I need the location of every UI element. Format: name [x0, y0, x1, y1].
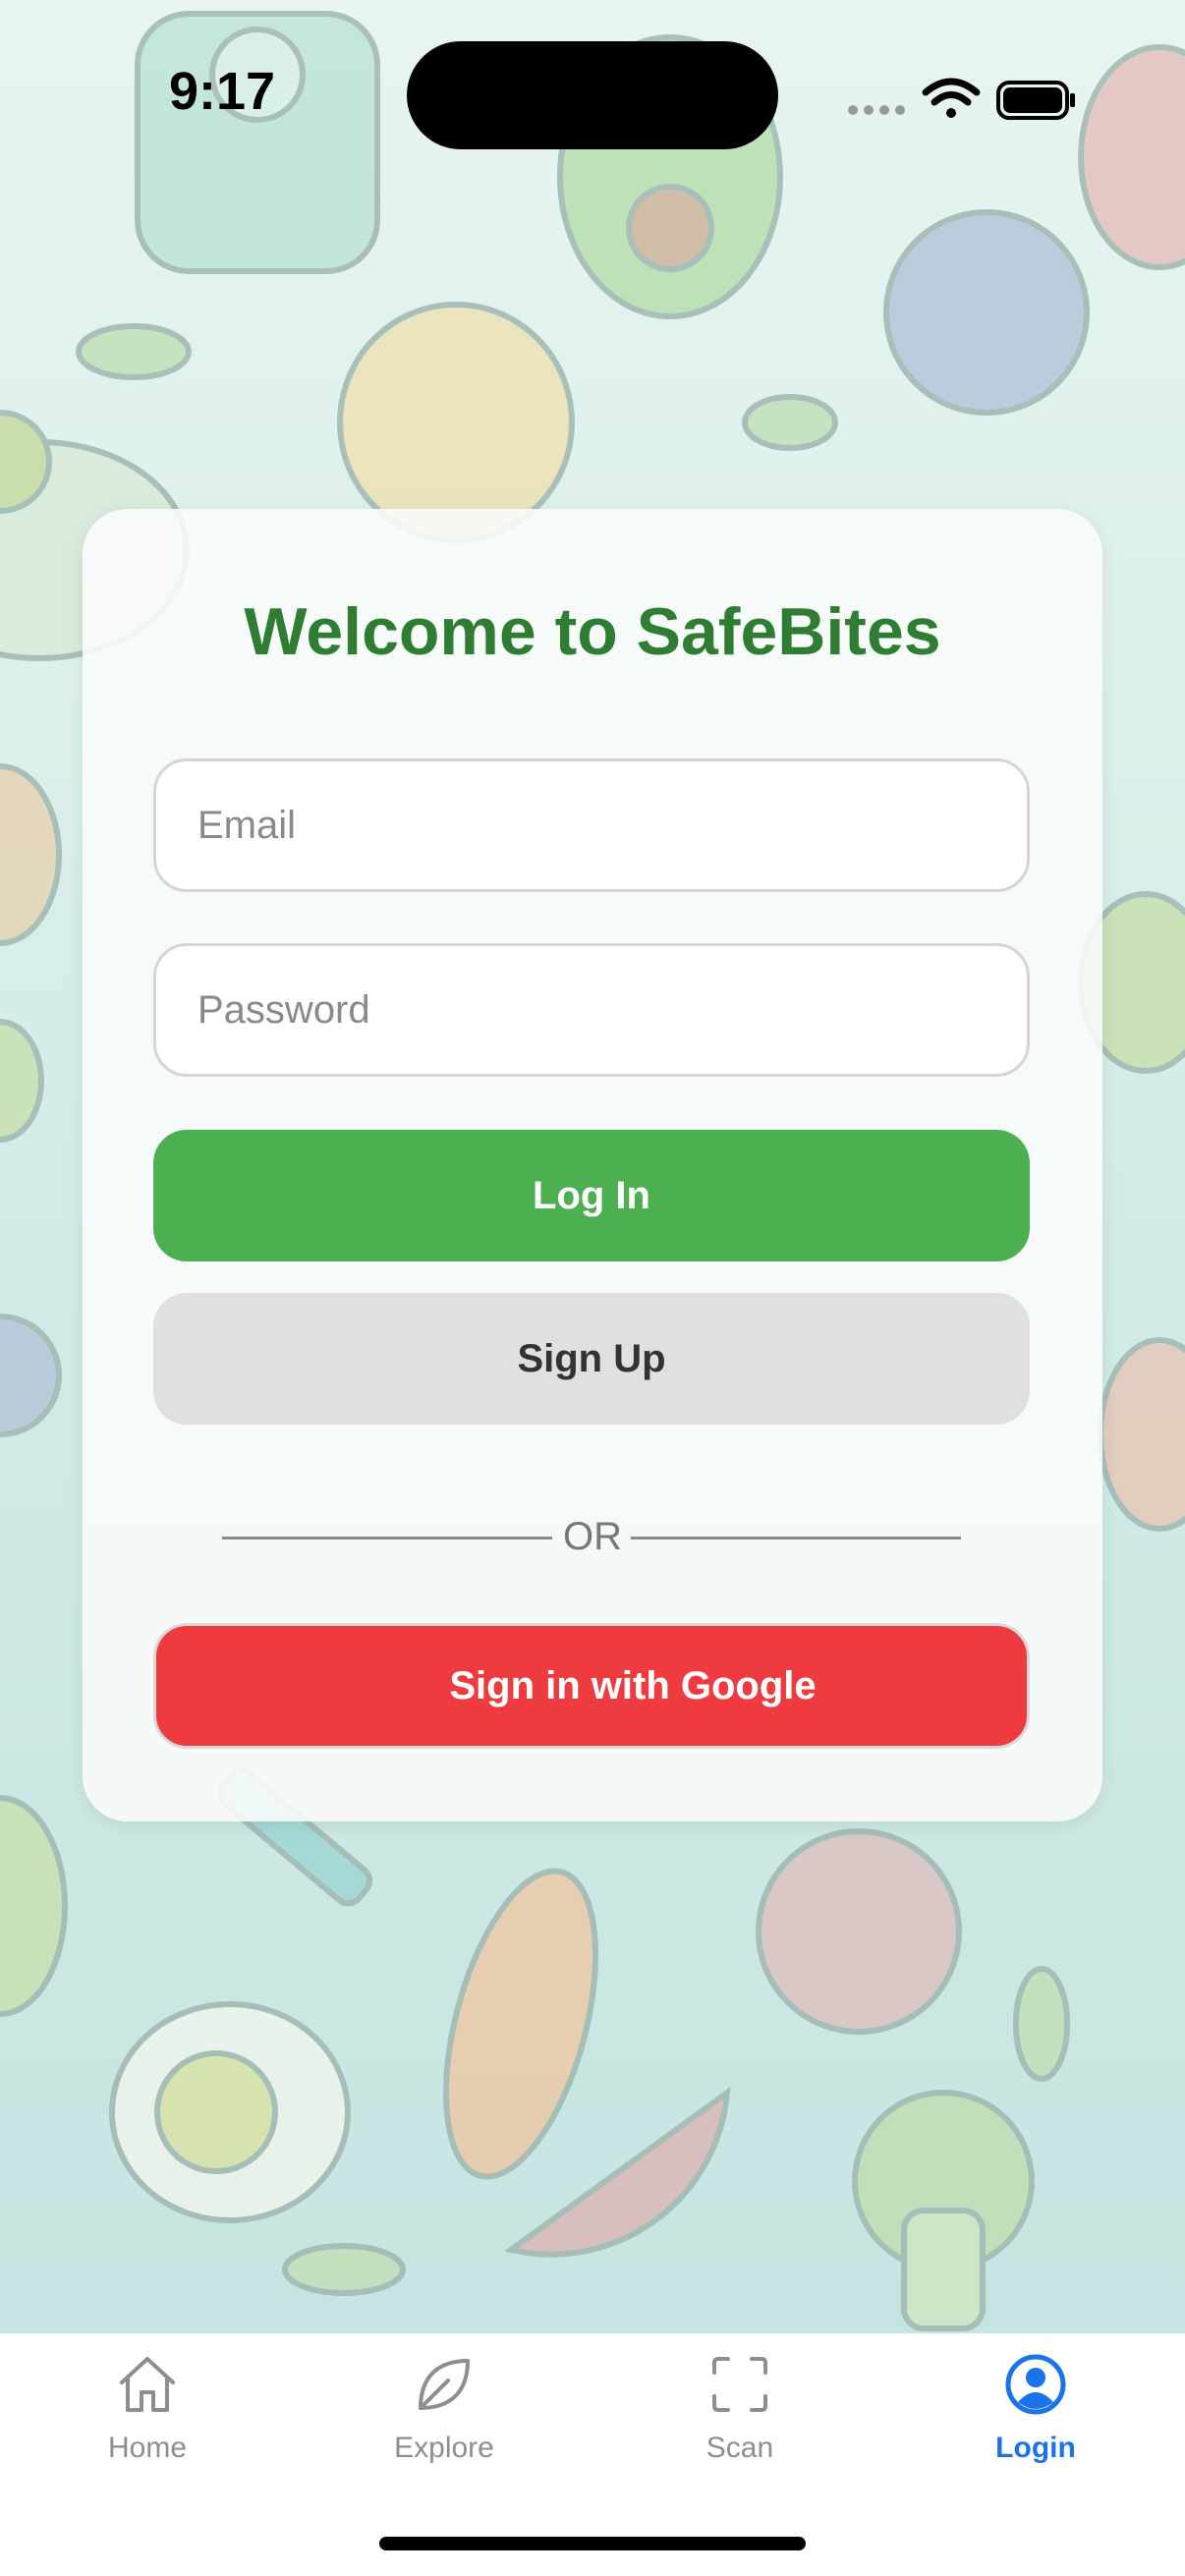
- home-indicator: [379, 2537, 806, 2550]
- status-time: 9:17: [169, 62, 276, 121]
- login-card: Welcome to SafeBites Log In Sign Up OR S…: [83, 509, 1102, 1821]
- battery-icon: [996, 81, 1075, 120]
- cellular-signal-icon: [848, 105, 905, 115]
- tab-scan[interactable]: Scan: [592, 2333, 887, 2491]
- house-icon: [120, 2357, 175, 2412]
- dynamic-island: [407, 41, 778, 149]
- google-signin-label: Sign in with Google: [449, 1663, 817, 1708]
- tab-login-label: Login: [995, 2432, 1076, 2464]
- tab-scan-label: Scan: [705, 2432, 774, 2464]
- email-field[interactable]: [153, 758, 1030, 892]
- page-title: Welcome to SafeBites: [244, 594, 941, 669]
- login-button[interactable]: Log In: [153, 1130, 1030, 1261]
- person-circle-icon: [1005, 2354, 1066, 2415]
- tab-home-label: Home: [107, 2432, 188, 2464]
- tab-login[interactable]: Login: [888, 2333, 1183, 2491]
- tab-explore[interactable]: Explore: [297, 2333, 592, 2491]
- tab-home[interactable]: Home: [0, 2333, 295, 2491]
- scan-frame-icon: [712, 2357, 767, 2412]
- status-icons: [847, 69, 1083, 133]
- password-field[interactable]: [153, 943, 1030, 1077]
- leaf-icon: [419, 2359, 470, 2410]
- tab-explore-label: Explore: [394, 2432, 494, 2464]
- google-signin-button[interactable]: Sign in with Google: [153, 1623, 1030, 1749]
- wifi-icon: [922, 78, 981, 118]
- divider-line-right: [631, 1537, 961, 1540]
- signup-button[interactable]: Sign Up: [153, 1293, 1030, 1425]
